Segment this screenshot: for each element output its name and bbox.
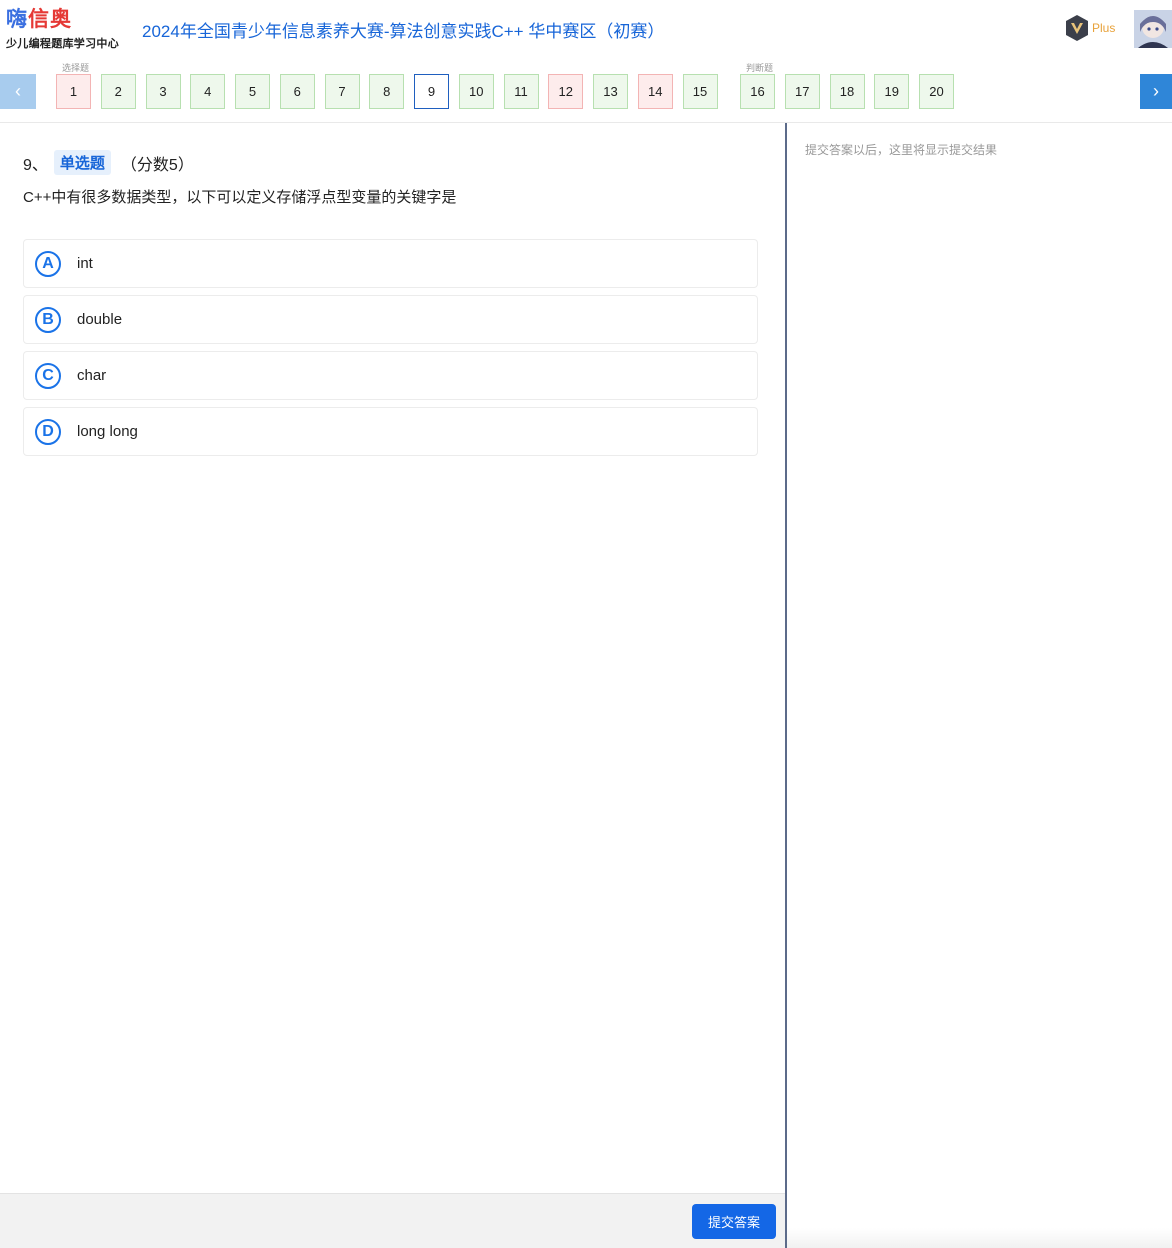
- question-navigator: ‹ 选择题 判断题 1 2 3 4 5 6 7 8 9 10 11 12 13 14 15 16 17 18 19 2…: [0, 60, 1172, 123]
- top-header: 嗨信奥 少儿编程题库学习中心 2024年全国青少年信息素养大赛-算法创意实践C+…: [0, 0, 1172, 60]
- option-c[interactable]: C char: [23, 351, 758, 400]
- option-letter: A: [35, 250, 61, 277]
- panel-divider[interactable]: [785, 123, 787, 1248]
- chevron-right-icon: ›: [1153, 81, 1159, 101]
- question-type-badge: 单选题: [53, 150, 111, 175]
- question-score: （分数5）: [120, 156, 194, 174]
- logo-part1: 嗨: [6, 8, 28, 31]
- option-letter: D: [35, 418, 61, 445]
- exam-title: 2024年全国青少年信息素养大赛-算法创意实践C++ 华中赛区（初赛）: [142, 22, 665, 41]
- question-nav-button[interactable]: 19: [874, 74, 910, 109]
- option-text: long long: [77, 423, 138, 440]
- option-a[interactable]: A int: [23, 239, 758, 288]
- logo-part2: 信奥: [28, 8, 72, 31]
- question-nav-button[interactable]: 10: [458, 74, 494, 109]
- vip-v-badge-icon: [1066, 15, 1088, 41]
- question-nav-button[interactable]: 16: [740, 74, 775, 109]
- question-nav-button[interactable]: 20: [919, 74, 954, 109]
- answer-footer: 提交答案: [0, 1193, 785, 1248]
- question-nav-button[interactable]: 8: [369, 74, 405, 109]
- prev-page-button[interactable]: ‹: [0, 74, 36, 109]
- option-b[interactable]: B double: [23, 295, 758, 344]
- option-text: char: [77, 367, 107, 384]
- option-letter: B: [35, 306, 61, 333]
- submit-answer-button[interactable]: 提交答案: [692, 1204, 776, 1239]
- question-nav-button[interactable]: 1: [56, 74, 91, 109]
- question-nav-button[interactable]: 17: [784, 74, 820, 109]
- user-avatar[interactable]: [1134, 10, 1172, 48]
- question-nav-button[interactable]: 3: [145, 74, 181, 109]
- question-nav-button[interactable]: 6: [279, 74, 315, 109]
- question-header: 9、 单选题 （分数5）: [23, 150, 194, 175]
- next-page-button[interactable]: ›: [1140, 74, 1172, 109]
- question-nav-button[interactable]: 15: [682, 74, 718, 109]
- question-nav-button[interactable]: 2: [100, 74, 136, 109]
- site-logo[interactable]: 嗨信奥 少儿编程题库学习中心: [6, 8, 124, 52]
- question-nav-button[interactable]: 11: [503, 74, 539, 109]
- option-text: double: [77, 311, 123, 328]
- question-nav-button[interactable]: 5: [235, 74, 270, 109]
- question-nav-button[interactable]: 12: [548, 74, 584, 109]
- question-number: 9、: [23, 156, 48, 174]
- judge-group-label: 判断题: [746, 63, 774, 73]
- question-nav-button[interactable]: 9: [414, 74, 449, 109]
- option-d[interactable]: D long long: [23, 407, 758, 456]
- option-text: int: [77, 255, 93, 272]
- chevron-left-icon: ‹: [15, 81, 21, 101]
- question-nav-button[interactable]: 13: [593, 74, 628, 109]
- question-nav-button[interactable]: 7: [324, 74, 360, 109]
- plus-membership[interactable]: Plus: [1064, 14, 1115, 42]
- result-hint: 提交答案以后，这里将显示提交结果: [805, 143, 998, 157]
- question-nav-button[interactable]: 14: [637, 74, 673, 109]
- logo-wordmark: 嗨信奥: [6, 8, 72, 32]
- choice-group-label: 选择题: [62, 63, 90, 73]
- option-letter: C: [35, 362, 61, 389]
- question-nav-button[interactable]: 4: [190, 74, 226, 109]
- question-nav-button[interactable]: 18: [829, 74, 865, 109]
- plus-label: Plus: [1092, 21, 1116, 35]
- avatar-image: [1134, 10, 1172, 48]
- question-text: C++中有很多数据类型，以下可以定义存储浮点型变量的关键字是: [23, 189, 457, 206]
- right-panel-bottom: [787, 1228, 1172, 1248]
- logo-subtitle: 少儿编程题库学习中心: [6, 38, 119, 50]
